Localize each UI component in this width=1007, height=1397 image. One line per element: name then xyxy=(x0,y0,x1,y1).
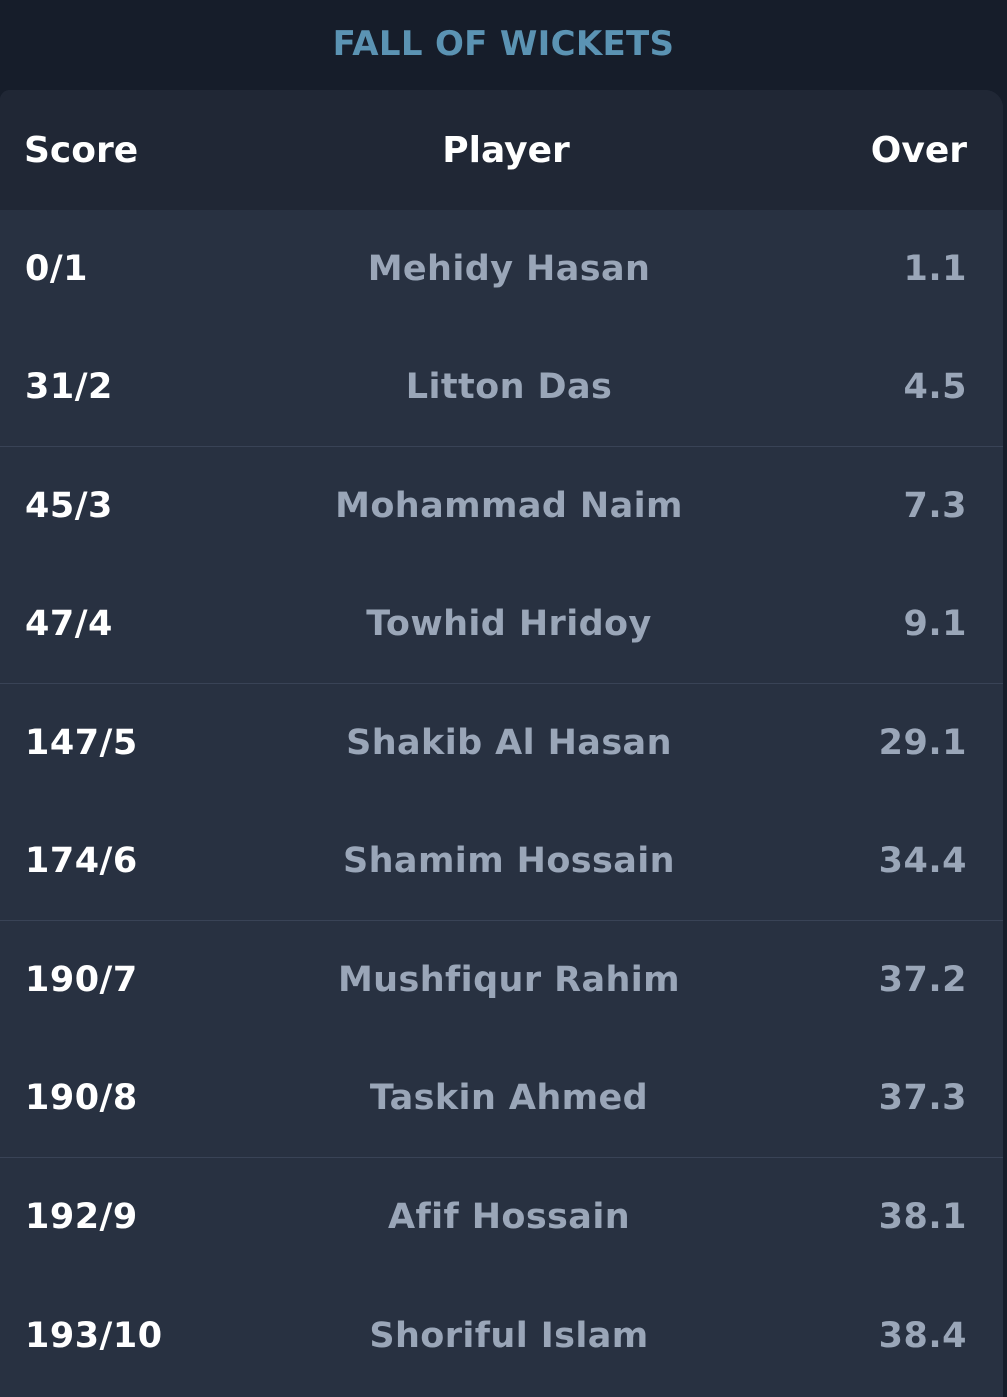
table-body: 0/1 Mehidy Hasan 1.1 31/2 Litton Das 4.5… xyxy=(0,210,1003,1395)
row-player: Taskin Ahmed xyxy=(369,1078,649,1119)
row-over: 37.3 xyxy=(878,1078,967,1119)
table-row: 190/8 Taskin Ahmed 37.3 xyxy=(0,1040,1003,1158)
table-row: 193/10 Shoriful Islam 38.4 xyxy=(0,1277,1003,1396)
table-row: 0/1 Mehidy Hasan 1.1 xyxy=(0,210,1003,329)
column-header-over: Over xyxy=(870,129,967,171)
row-over: 29.1 xyxy=(878,723,967,764)
column-header-player: Player xyxy=(442,129,570,171)
row-player: Shoriful Islam xyxy=(369,1315,649,1356)
title-bar: FALL OF WICKETS xyxy=(0,0,1007,90)
table-row: 47/4 Towhid Hridoy 9.1 xyxy=(0,566,1003,684)
row-player: Mohammad Naim xyxy=(335,486,683,527)
row-player: Shakib Al Hasan xyxy=(346,723,672,764)
table-row: 31/2 Litton Das 4.5 xyxy=(0,329,1003,447)
table-row: 174/6 Shamim Hossain 34.4 xyxy=(0,803,1003,921)
row-over: 1.1 xyxy=(903,249,967,290)
row-player: Litton Das xyxy=(405,367,613,408)
table-row: 190/7 Mushfiqur Rahim 37.2 xyxy=(0,921,1003,1040)
row-player: Mehidy Hasan xyxy=(367,249,651,290)
row-player: Mushfiqur Rahim xyxy=(337,960,681,1001)
table-row: 192/9 Afif Hossain 38.1 xyxy=(0,1158,1003,1277)
table-row: 147/5 Shakib Al Hasan 29.1 xyxy=(0,684,1003,803)
row-over: 38.1 xyxy=(878,1197,967,1238)
table-row: 45/3 Mohammad Naim 7.3 xyxy=(0,447,1003,566)
section-title: FALL OF WICKETS xyxy=(332,24,675,64)
row-over: 38.4 xyxy=(878,1315,967,1356)
row-over: 34.4 xyxy=(878,841,967,882)
table-header: Score Player Over xyxy=(0,90,1003,210)
row-over: 4.5 xyxy=(903,367,967,408)
row-over: 9.1 xyxy=(903,604,967,645)
row-over: 37.2 xyxy=(878,960,967,1001)
row-player: Afif Hossain xyxy=(387,1197,631,1238)
wickets-table: Score Player Over 0/1 Mehidy Hasan 1.1 3… xyxy=(0,90,1003,1397)
row-player: Shamim Hossain xyxy=(343,841,675,882)
fall-of-wickets-page: FALL OF WICKETS Score Player Over 0/1 Me… xyxy=(0,0,1007,1397)
row-player: Towhid Hridoy xyxy=(366,604,652,645)
row-over: 7.3 xyxy=(903,486,967,527)
